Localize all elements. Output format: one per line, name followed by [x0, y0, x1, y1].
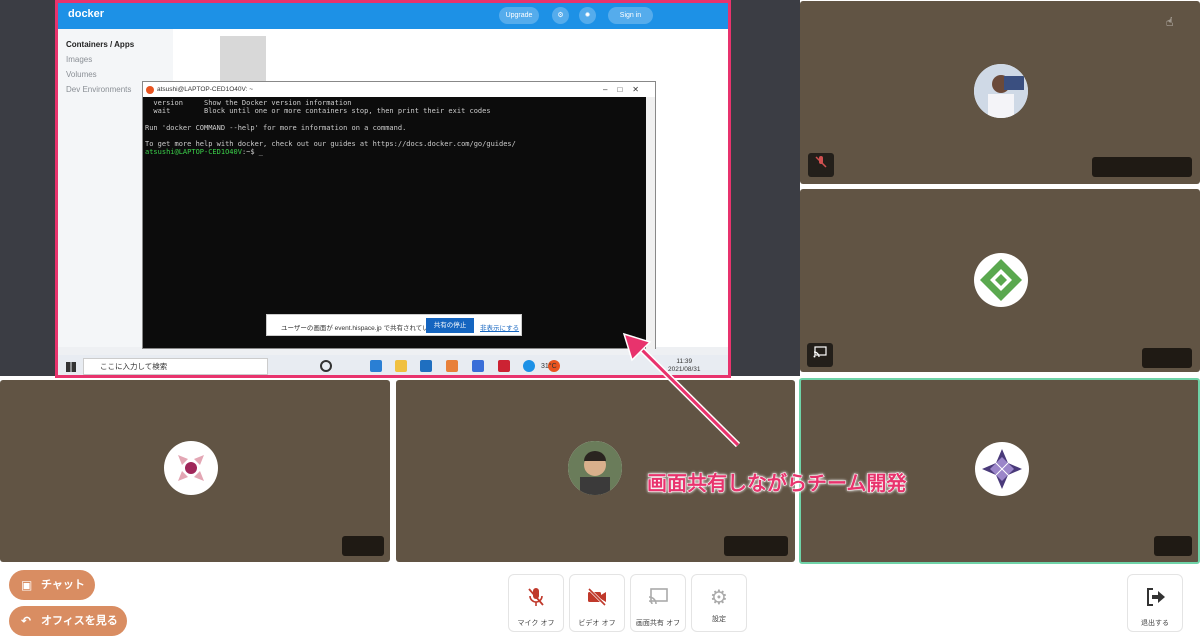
screen-share-label: 画面共有 オフ: [635, 619, 681, 627]
share-notice-text: ユーザーの画面が event.hispace.jp で共有されています。: [281, 325, 448, 332]
upgrade-button[interactable]: Upgrade: [499, 7, 539, 24]
app-icon[interactable]: [472, 360, 484, 372]
cursor-icon: ☝: [1166, 15, 1174, 29]
chat-button[interactable]: ▣ チャット: [9, 570, 95, 600]
view-office-button[interactable]: ↶ オフィスを見る: [9, 606, 127, 636]
leave-label: 退出する: [1141, 619, 1169, 627]
mic-toggle-label: マイク オフ: [517, 619, 555, 627]
terminal-line: wait Block until one or more containers …: [145, 107, 491, 116]
placeholder-image: [220, 36, 266, 86]
back-arrow-icon: ↶: [21, 614, 32, 628]
exit-icon: [1128, 586, 1182, 612]
video-off-icon: [570, 586, 624, 612]
terminal-scrollbar[interactable]: [646, 97, 655, 349]
settings-label: 設定: [712, 615, 726, 623]
mic-off-icon: [509, 586, 563, 612]
screen-share-notice: ユーザーの画面が event.hispace.jp で共有されています。 共有の…: [266, 314, 522, 336]
sidebar-item-images[interactable]: Images: [58, 52, 173, 67]
hide-notice-link[interactable]: 非表示にする: [480, 322, 519, 332]
video-grid: docker Upgrade ⚙ ✹ Sign in Containers / …: [0, 0, 1200, 565]
avatar: [975, 442, 1029, 496]
terminal-titlebar: atsushi@LAPTOP-CED1O40V: ~ –□✕: [143, 82, 655, 97]
avatar: [974, 64, 1028, 118]
app-icon[interactable]: [498, 360, 510, 372]
participant-name: [1142, 348, 1192, 368]
video-toggle-label: ビデオ オフ: [578, 619, 616, 627]
video-toggle-button[interactable]: ビデオ オフ: [569, 574, 625, 632]
docker-header: docker Upgrade ⚙ ✹ Sign in: [58, 3, 728, 29]
annotation-callout: 画面共有しながらチーム開発: [646, 471, 907, 496]
gear-icon[interactable]: ⚙: [552, 7, 569, 24]
terminal-prompt: atsushi@LAPTOP-CED1O40V: [145, 148, 242, 157]
terminal-line: Run 'docker COMMAND --help' for more inf…: [145, 123, 407, 132]
window-controls[interactable]: –□✕: [603, 82, 649, 97]
screen-share-toggle-button[interactable]: 画面共有 オフ: [630, 574, 686, 632]
sidebar-item-containers[interactable]: Containers / Apps: [58, 37, 173, 52]
annotation-arrow: [622, 332, 741, 448]
mic-toggle-button[interactable]: マイク オフ: [508, 574, 564, 632]
terminal-line: version Show the Docker version informat…: [145, 99, 352, 107]
participant-name: [1154, 536, 1192, 556]
participant-tile[interactable]: [800, 189, 1200, 372]
docker-taskbar-icon[interactable]: [523, 360, 535, 372]
participant-name: [1092, 157, 1192, 177]
chat-label: チャット: [41, 578, 85, 591]
cortana-icon[interactable]: [320, 360, 332, 372]
terminal-prompt-suffix: :~$ _: [241, 148, 264, 157]
terminal-window[interactable]: atsushi@LAPTOP-CED1O40V: ~ –□✕ version S…: [142, 81, 656, 349]
mail-icon[interactable]: [420, 360, 432, 372]
bug-icon[interactable]: ✹: [579, 7, 596, 24]
view-office-label: オフィスを見る: [41, 614, 118, 627]
participant-name: [724, 536, 788, 556]
settings-button[interactable]: ⚙ 設定: [691, 574, 747, 632]
grid-background: [731, 0, 800, 376]
grid-background: [0, 0, 56, 376]
windows-start-icon[interactable]: [66, 362, 76, 372]
folder-icon[interactable]: [395, 360, 407, 372]
mic-off-icon: [808, 153, 834, 177]
edge-icon[interactable]: [370, 360, 382, 372]
taskbar-search[interactable]: ここに入力して検索: [83, 358, 268, 375]
terminal-output: version Show the Docker version informat…: [143, 97, 655, 158]
leave-button[interactable]: 退出する: [1127, 574, 1183, 632]
participant-name: [342, 536, 384, 556]
chat-icon: ▣: [21, 578, 33, 592]
weather-temperature: 31°C: [541, 363, 557, 370]
docker-logo: docker: [68, 8, 105, 20]
shared-screen-tile[interactable]: docker Upgrade ⚙ ✹ Sign in Containers / …: [55, 0, 731, 378]
participant-tile[interactable]: [800, 1, 1200, 184]
terminal-title: atsushi@LAPTOP-CED1O40V: ~: [157, 86, 254, 93]
app-icon[interactable]: [446, 360, 458, 372]
avatar: [568, 441, 622, 495]
terminal-line: To get more help with docker, check out …: [145, 140, 516, 149]
ubuntu-icon: [146, 86, 154, 94]
participant-tile[interactable]: [0, 380, 390, 562]
avatar: [164, 441, 218, 495]
stop-sharing-button[interactable]: 共有の停止: [426, 318, 474, 333]
signin-button[interactable]: Sign in: [608, 7, 653, 24]
avatar: [974, 253, 1028, 307]
screen-share-icon: [807, 343, 833, 367]
screen-share-icon: [631, 586, 685, 612]
gear-icon: ⚙: [710, 585, 728, 609]
sidebar-item-volumes[interactable]: Volumes: [58, 67, 173, 82]
